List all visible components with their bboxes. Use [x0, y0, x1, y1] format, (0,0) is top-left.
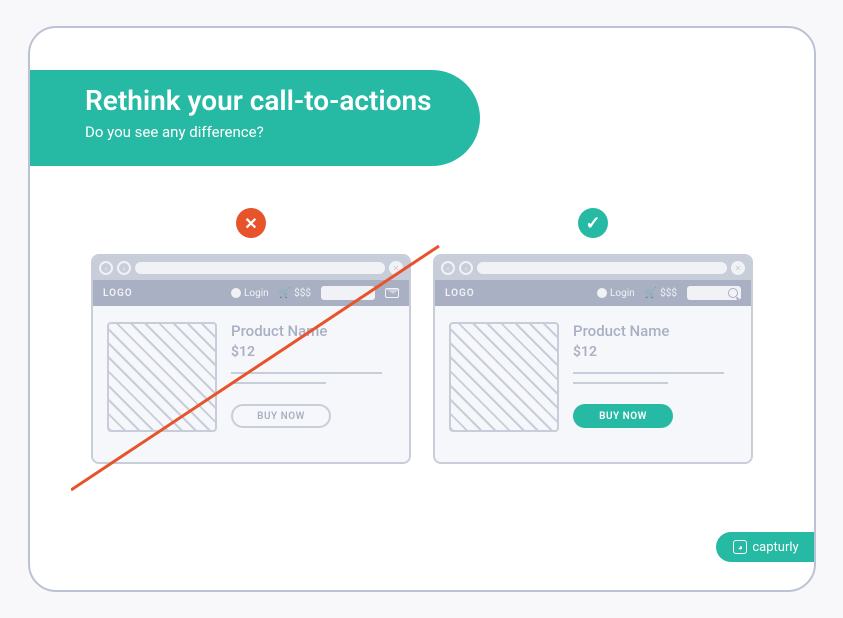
browser-bar: ‹ › ✕ — [93, 256, 409, 280]
product-info: Product Name $12 BUY NOW — [573, 322, 737, 432]
login-label: Login — [244, 288, 269, 299]
brand-badge: ◕ capturly — [716, 532, 816, 562]
product-name: Product Name — [573, 322, 737, 340]
login-chip: Login — [231, 288, 269, 299]
login-label: Login — [610, 288, 635, 299]
mock-body: Product Name $12 BUY NOW — [93, 306, 409, 462]
search-icon — [728, 288, 738, 298]
bad-mockup: ‹ › ✕ LOGO Login 🛒 $$$ — [91, 254, 411, 464]
product-name: Product Name — [231, 322, 395, 340]
user-icon — [597, 288, 607, 298]
cart-chip: 🛒 $$$ — [279, 288, 311, 299]
site-header: LOGO Login 🛒 $$$ — [435, 280, 751, 306]
forward-icon: › — [117, 261, 131, 275]
good-mockup: ‹ › ✕ LOGO Login 🛒 $$$ — [433, 254, 753, 464]
text-line — [573, 372, 724, 374]
forward-icon: › — [459, 261, 473, 275]
back-icon: ‹ — [441, 261, 455, 275]
product-image-placeholder — [107, 322, 217, 432]
cart-icon: 🛒 — [645, 288, 657, 299]
mock-body: Product Name $12 BUY NOW — [435, 306, 751, 462]
slide-subtitle: Do you see any difference? — [85, 123, 480, 141]
buy-button-teal: BUY NOW — [573, 404, 673, 428]
product-image-placeholder — [449, 322, 559, 432]
buy-button-grey: BUY NOW — [231, 404, 331, 428]
cross-icon: ✕ — [236, 208, 266, 238]
logo-text: LOGO — [103, 288, 221, 299]
owl-icon: ◕ — [733, 540, 747, 554]
search-box — [687, 286, 741, 300]
text-line — [231, 372, 382, 374]
user-icon — [231, 288, 241, 298]
check-icon: ✓ — [578, 208, 608, 238]
cart-chip: 🛒 $$$ — [645, 288, 677, 299]
slide-frame: Rethink your call-to-actions Do you see … — [28, 26, 816, 592]
logo-text: LOGO — [445, 288, 587, 299]
comparison-row: ✕ ‹ › ✕ LOGO Login 🛒 $$$ — [30, 208, 814, 464]
text-line-short — [231, 382, 326, 384]
address-bar — [477, 262, 727, 274]
text-line-short — [573, 382, 668, 384]
close-icon: ✕ — [389, 261, 403, 275]
good-example-column: ✓ ‹ › ✕ LOGO Login 🛒 $$$ — [433, 208, 753, 464]
back-icon: ‹ — [99, 261, 113, 275]
address-bar — [135, 262, 385, 274]
site-header: LOGO Login 🛒 $$$ — [93, 280, 409, 306]
search-box — [321, 286, 375, 300]
bad-example-column: ✕ ‹ › ✕ LOGO Login 🛒 $$$ — [91, 208, 411, 464]
close-icon: ✕ — [731, 261, 745, 275]
product-price: $12 — [231, 344, 395, 360]
cart-icon: 🛒 — [279, 288, 291, 299]
mail-icon — [385, 288, 399, 298]
title-banner: Rethink your call-to-actions Do you see … — [30, 70, 480, 166]
product-info: Product Name $12 BUY NOW — [231, 322, 395, 432]
brand-label: capturly — [752, 540, 798, 555]
cart-amount: $$$ — [294, 288, 311, 299]
login-chip: Login — [597, 288, 635, 299]
slide-title: Rethink your call-to-actions — [85, 84, 480, 117]
product-price: $12 — [573, 344, 737, 360]
cart-amount: $$$ — [660, 288, 677, 299]
browser-bar: ‹ › ✕ — [435, 256, 751, 280]
